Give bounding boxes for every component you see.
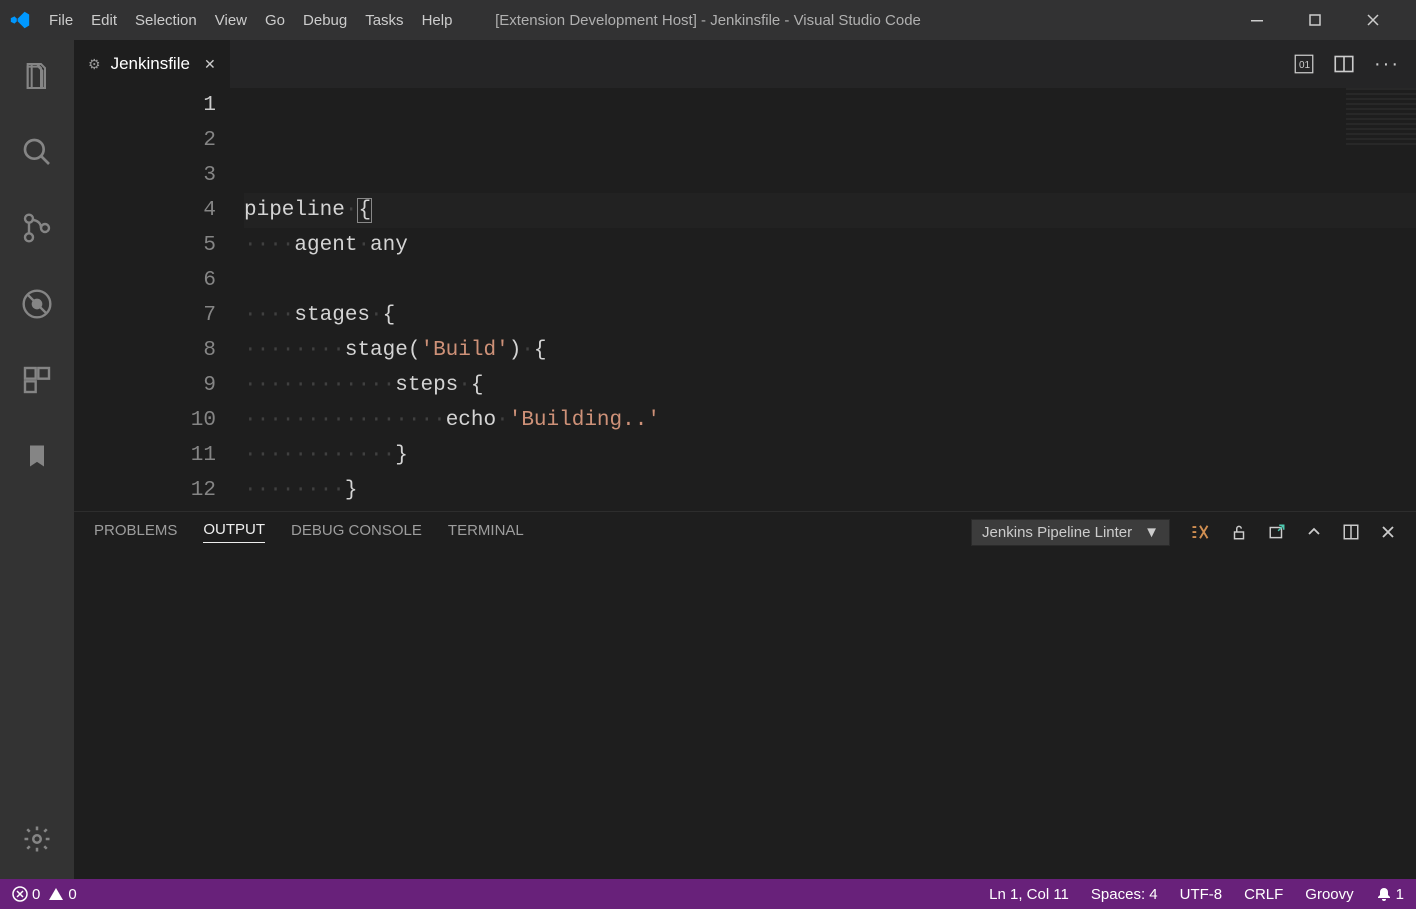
line-number: 1	[74, 88, 216, 123]
line-number: 8	[74, 333, 216, 368]
activity-debug-icon[interactable]	[17, 284, 57, 324]
svg-text:01: 01	[1299, 60, 1311, 71]
chevron-down-icon: ▼	[1144, 524, 1159, 541]
activity-bar	[0, 40, 74, 879]
activity-bookmark-icon[interactable]	[17, 436, 57, 476]
code-line[interactable]: ········}	[244, 473, 1416, 508]
menu-tasks[interactable]: Tasks	[356, 6, 412, 35]
code-editor[interactable]: 123456789101112 pipeline·{····agent·any·…	[74, 88, 1416, 511]
minimize-icon[interactable]	[1250, 13, 1280, 27]
panel-maximize-icon[interactable]	[1342, 523, 1360, 541]
line-number: 4	[74, 193, 216, 228]
status-warnings[interactable]: 0	[48, 886, 76, 903]
menu-bar: File Edit Selection View Go Debug Tasks …	[40, 6, 461, 35]
code-line[interactable]: pipeline·{	[244, 193, 1416, 228]
menu-go[interactable]: Go	[256, 6, 294, 35]
status-encoding[interactable]: UTF-8	[1180, 886, 1223, 903]
code-line[interactable]: ················echo·'Building..'	[244, 403, 1416, 438]
code-line[interactable]: ····stages·{	[244, 298, 1416, 333]
titlebar: File Edit Selection View Go Debug Tasks …	[0, 0, 1416, 40]
menu-selection[interactable]: Selection	[126, 6, 206, 35]
code-line[interactable]: ········stage('Test')·{	[244, 508, 1416, 511]
window-controls	[1250, 13, 1416, 27]
clear-output-icon[interactable]	[1190, 522, 1210, 542]
output-body[interactable]	[74, 552, 1416, 879]
panel-tab-debug-console[interactable]: DEBUG CONSOLE	[291, 522, 422, 543]
activity-search-icon[interactable]	[17, 132, 57, 172]
bottom-panel: PROBLEMS OUTPUT DEBUG CONSOLE TERMINAL J…	[74, 511, 1416, 879]
panel-close-icon[interactable]	[1380, 524, 1396, 540]
panel-tab-output[interactable]: OUTPUT	[203, 521, 265, 543]
menu-view[interactable]: View	[206, 6, 256, 35]
maximize-icon[interactable]	[1308, 13, 1338, 27]
tab-bar: ⚙ Jenkinsfile ✕ 01 ···	[74, 40, 1416, 88]
line-number: 2	[74, 123, 216, 158]
minimap[interactable]	[1346, 88, 1416, 148]
menu-edit[interactable]: Edit	[82, 6, 126, 35]
line-number: 5	[74, 228, 216, 263]
status-language[interactable]: Groovy	[1305, 886, 1353, 903]
code-line[interactable]: ········stage('Build')·{	[244, 333, 1416, 368]
tab-label: Jenkinsfile	[111, 54, 190, 74]
tab-close-icon[interactable]: ✕	[204, 56, 216, 73]
file-icon: ⚙	[88, 56, 101, 73]
editor-action-grid-icon[interactable]: 01	[1294, 54, 1314, 74]
window-title: [Extension Development Host] - Jenkinsfi…	[495, 12, 921, 29]
status-errors[interactable]: 0	[12, 886, 40, 903]
activity-settings-icon[interactable]	[17, 819, 57, 859]
line-number: 11	[74, 438, 216, 473]
code-line[interactable]: ····agent·any	[244, 228, 1416, 263]
line-gutter: 123456789101112	[74, 88, 244, 511]
output-channel-label: Jenkins Pipeline Linter	[982, 524, 1132, 541]
menu-help[interactable]: Help	[413, 6, 462, 35]
code-line[interactable]: ············steps·{	[244, 368, 1416, 403]
panel-tab-problems[interactable]: PROBLEMS	[94, 522, 177, 543]
line-number: 12	[74, 473, 216, 508]
editor-action-split-icon[interactable]	[1334, 54, 1354, 74]
editor-action-more-icon[interactable]: ···	[1374, 53, 1400, 76]
panel-collapse-icon[interactable]	[1306, 524, 1322, 540]
activity-extensions-icon[interactable]	[17, 360, 57, 400]
line-number: 6	[74, 263, 216, 298]
line-number: 10	[74, 403, 216, 438]
open-file-icon[interactable]	[1268, 523, 1286, 541]
line-number: 9	[74, 368, 216, 403]
panel-tab-terminal[interactable]: TERMINAL	[448, 522, 524, 543]
lock-scroll-icon[interactable]	[1230, 523, 1248, 541]
status-eol[interactable]: CRLF	[1244, 886, 1283, 903]
menu-debug[interactable]: Debug	[294, 6, 356, 35]
status-notifications[interactable]: 1	[1376, 886, 1404, 903]
output-channel-select[interactable]: Jenkins Pipeline Linter ▼	[971, 519, 1170, 546]
code-line[interactable]	[244, 263, 1416, 298]
close-icon[interactable]	[1366, 13, 1396, 27]
vscode-logo-icon	[0, 9, 40, 31]
activity-scm-icon[interactable]	[17, 208, 57, 248]
line-number: 7	[74, 298, 216, 333]
menu-file[interactable]: File	[40, 6, 82, 35]
status-bar: 0 0 Ln 1, Col 11 Spaces: 4 UTF-8 CRLF Gr…	[0, 879, 1416, 909]
status-cursor-position[interactable]: Ln 1, Col 11	[989, 886, 1069, 903]
activity-explorer-icon[interactable]	[17, 56, 57, 96]
tab-jenkinsfile[interactable]: ⚙ Jenkinsfile ✕	[74, 40, 230, 88]
status-spaces[interactable]: Spaces: 4	[1091, 886, 1158, 903]
code-line[interactable]: ············}	[244, 438, 1416, 473]
line-number: 3	[74, 158, 216, 193]
